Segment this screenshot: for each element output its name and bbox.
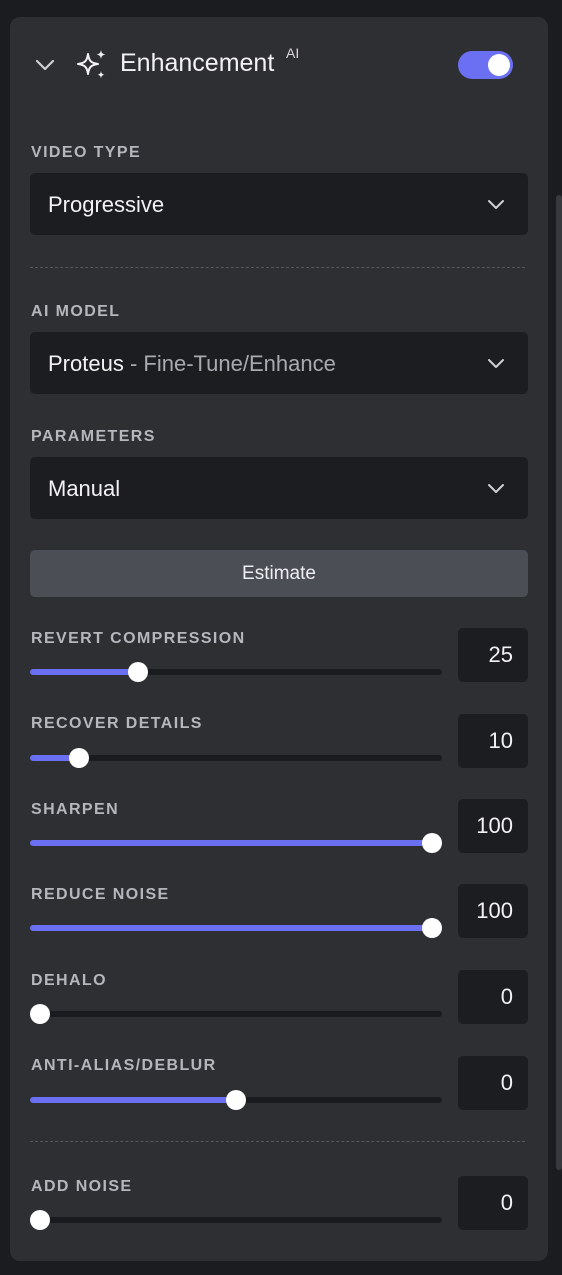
slider-value-input[interactable]: 100 (458, 799, 528, 853)
chevron-down-icon (488, 484, 504, 493)
slider-value-input[interactable]: 0 (458, 970, 528, 1024)
slider-label: REVERT COMPRESSION (31, 630, 246, 647)
ai-model-select[interactable]: Proteus - Fine-Tune/Enhance (30, 332, 528, 394)
estimate-button[interactable]: Estimate (30, 550, 528, 597)
slider-thumb[interactable] (29, 1004, 50, 1024)
ai-model-separator: - (129, 351, 138, 376)
chevron-down-icon (488, 200, 504, 209)
slider-track[interactable] (30, 918, 443, 938)
parameters-label: PARAMETERS (31, 428, 156, 445)
slider-label: SHARPEN (31, 801, 120, 818)
slider-track[interactable] (30, 662, 442, 682)
slider-label: DEHALO (31, 972, 107, 989)
slider-fill (30, 840, 433, 846)
slider-thumb[interactable] (422, 833, 443, 853)
slider-thumb[interactable] (69, 748, 90, 768)
collapse-chevron-icon[interactable] (34, 54, 56, 76)
section-title: Enhancement (120, 49, 275, 77)
slider-thumb[interactable] (422, 918, 443, 938)
video-type-select[interactable]: Progressive (30, 173, 528, 235)
ai-model-variant: Fine-Tune/Enhance (143, 351, 336, 376)
video-type-value: Progressive (48, 192, 165, 217)
ai-model-label: AI MODEL (31, 303, 121, 320)
slider-value-input[interactable]: 100 (458, 884, 528, 938)
slider-label: ANTI-ALIAS/DEBLUR (31, 1057, 217, 1074)
chevron-down-icon (488, 359, 504, 368)
slider-thumb[interactable] (29, 1210, 50, 1230)
slider-label: ADD NOISE (31, 1178, 133, 1195)
enhancement-toggle[interactable] (458, 51, 513, 79)
sparkle-icon (77, 50, 106, 79)
slider-track[interactable] (30, 1090, 442, 1110)
ai-model-name: Proteus (48, 351, 124, 376)
toggle-knob (488, 54, 510, 76)
slider-value-input[interactable]: 25 (458, 628, 528, 682)
slider-track[interactable] (30, 748, 442, 768)
slider-fill (30, 669, 139, 675)
slider-track[interactable] (29, 1004, 442, 1024)
slider-label: RECOVER DETAILS (31, 715, 203, 732)
section-divider (30, 1141, 525, 1142)
slider-track[interactable] (30, 833, 443, 853)
section-divider (30, 267, 525, 268)
slider-thumb[interactable] (226, 1090, 246, 1110)
parameters-value: Manual (48, 476, 121, 501)
slider-value-input[interactable]: 0 (458, 1056, 528, 1110)
parameters-select[interactable]: Manual (30, 457, 528, 519)
ai-model-value: Proteus - Fine-Tune/Enhance (48, 351, 336, 377)
slider-value-input[interactable]: 10 (458, 714, 528, 768)
slider-fill (30, 925, 433, 931)
video-type-label: VIDEO TYPE (31, 144, 142, 161)
slider-value-input[interactable]: 0 (458, 1176, 528, 1230)
slider-label: REDUCE NOISE (31, 886, 170, 903)
ai-superscript: AI (286, 45, 300, 61)
slider-fill (30, 1097, 236, 1103)
slider-track[interactable] (29, 1210, 442, 1230)
scrollbar[interactable] (556, 195, 562, 1170)
